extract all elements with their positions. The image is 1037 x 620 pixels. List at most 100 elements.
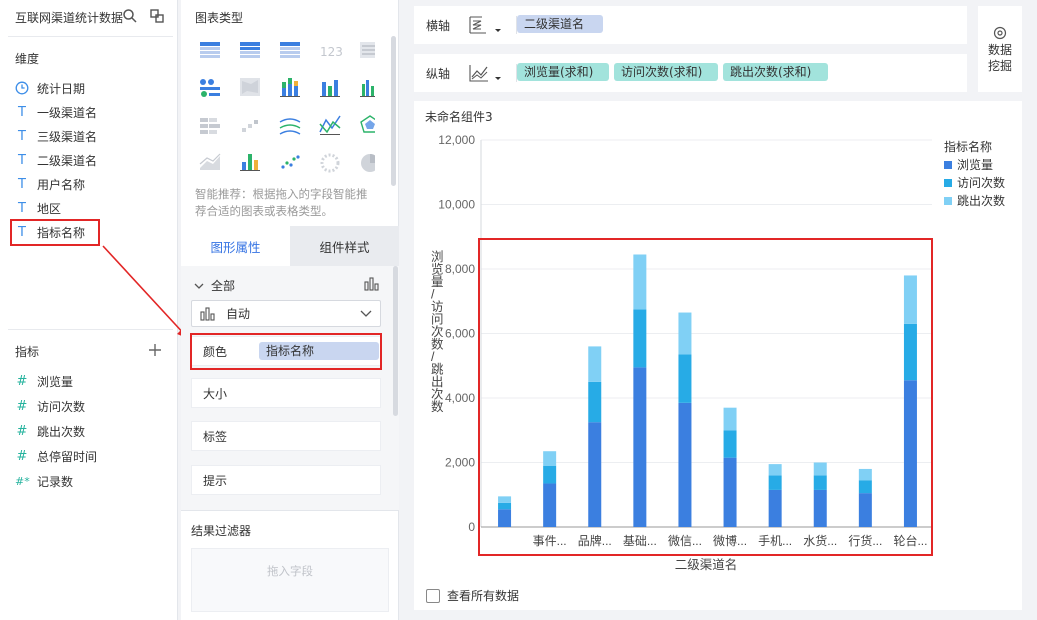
all-group-toggle[interactable]: 全部 <box>193 277 235 294</box>
y-axis-field-chip[interactable]: 跳出次数(求和) <box>723 63 828 81</box>
number-type-icon: # <box>16 373 28 389</box>
switch-dataset-icon[interactable] <box>149 8 165 24</box>
size-label: 大小 <box>203 386 228 401</box>
combo-line-icon[interactable] <box>319 115 341 135</box>
x-tick-label: 品牌... <box>578 534 612 548</box>
label-property-row[interactable]: 标签 <box>191 421 381 451</box>
dimension-field-username[interactable]: T 用户名称 <box>15 174 85 194</box>
add-metric-icon[interactable] <box>148 343 162 357</box>
table-icon[interactable] <box>200 42 220 58</box>
line-chart-icon[interactable] <box>279 118 301 135</box>
bubble-chart-icon[interactable] <box>320 153 340 173</box>
metric-field-pageviews[interactable]: # 浏览量 <box>15 371 73 391</box>
x-tick-label: 水货... <box>803 533 837 548</box>
group-table-icon[interactable] <box>240 42 260 58</box>
scatter-chart-icon[interactable] <box>281 155 300 169</box>
chart-subtype-select[interactable]: 自动 <box>191 300 381 327</box>
cross-table-icon[interactable] <box>280 42 300 58</box>
dimension-field-region[interactable]: T 地区 <box>15 198 61 218</box>
detail-table-icon[interactable] <box>360 42 375 58</box>
metric-field-visits[interactable]: # 访问次数 <box>15 396 85 416</box>
divider <box>181 510 399 511</box>
x-tick-label: 微信... <box>668 534 702 548</box>
y-axis-type-icon[interactable] <box>468 63 504 85</box>
property-tabs: 图形属性 组件样式 <box>181 226 399 266</box>
dimension-field-date[interactable]: 统计日期 <box>15 78 85 98</box>
select-value: 自动 <box>226 307 251 321</box>
dimension-field-level1-channel[interactable]: T 一级渠道名 <box>15 102 97 122</box>
kpi-icon[interactable]: 123 <box>320 45 343 59</box>
tag-label: 标签 <box>203 429 228 444</box>
checkbox[interactable] <box>426 588 440 603</box>
legend-item: 访问次数 <box>957 175 1005 190</box>
color-label: 颜色 <box>203 344 228 359</box>
step-chart-icon[interactable] <box>242 120 258 132</box>
metric-field-total-stay[interactable]: # 总停留时间 <box>15 446 97 466</box>
pie-chart-icon[interactable] <box>361 154 375 172</box>
bar-segment <box>858 480 872 494</box>
number-type-icon: # <box>16 423 28 439</box>
y-axis-field-chip[interactable]: 访问次数(求和) <box>614 63 718 81</box>
color-bar-icon[interactable] <box>240 154 260 171</box>
color-property-row[interactable]: 颜色 指标名称 <box>191 336 381 366</box>
bar-type-icon[interactable] <box>364 277 380 291</box>
tab-graph-properties[interactable]: 图形属性 <box>181 226 290 266</box>
color-field-chip[interactable]: 指标名称 <box>259 342 379 360</box>
heat-table-icon[interactable] <box>200 118 220 134</box>
x-axis-field-chip[interactable]: 二级渠道名 <box>517 15 603 33</box>
dimension-field-level3-channel[interactable]: T 三级渠道名 <box>15 126 97 146</box>
metric-field-record-count[interactable]: #* 记录数 <box>15 471 73 491</box>
field-label: 用户名称 <box>37 177 86 192</box>
bar-segment <box>678 312 692 355</box>
property-scrollbar[interactable] <box>393 266 398 416</box>
x-tick-label: 轮台... <box>893 533 927 548</box>
dashboard-icon[interactable] <box>200 79 220 97</box>
x-tick-label: 事件... <box>533 534 567 548</box>
x-axis-type-icon[interactable] <box>468 15 504 37</box>
bar-segment <box>543 451 557 466</box>
view-all-data[interactable]: 查看所有数据 <box>426 587 519 604</box>
dimension-field-level2-channel[interactable]: T 二级渠道名 <box>15 150 97 170</box>
bar-segment <box>498 509 512 527</box>
bar-segment <box>813 489 827 527</box>
field-label: 地区 <box>37 201 62 216</box>
chart-type-scrollbar[interactable] <box>391 36 396 186</box>
dimension-field-metric-name[interactable]: T 指标名称 <box>15 222 85 242</box>
x-axis-bar: 横轴 二级渠道名 <box>414 6 967 44</box>
search-icon[interactable] <box>122 8 138 24</box>
number-type-icon: # <box>16 398 28 414</box>
filter-drop-zone[interactable]: 拖入字段 <box>191 548 389 612</box>
y-tick-label: 10,000 <box>438 198 475 212</box>
bar-segment <box>588 422 602 527</box>
field-label: 浏览量 <box>37 374 74 389</box>
legend-swatch <box>944 179 952 187</box>
y-axis-field-chip[interactable]: 浏览量(求和) <box>517 63 609 81</box>
filter-placeholder: 拖入字段 <box>267 564 313 578</box>
bar-segment <box>633 254 647 310</box>
bar-segment <box>498 496 512 503</box>
bar-segment <box>633 367 647 527</box>
bar-segment <box>588 346 602 382</box>
bar-segment <box>813 475 827 490</box>
field-label: 统计日期 <box>37 81 86 96</box>
metric-section-label: 指标 <box>15 345 40 359</box>
metric-field-bounces[interactable]: # 跳出次数 <box>15 421 85 441</box>
tooltip-property-row[interactable]: 提示 <box>191 465 381 495</box>
x-tick-label: 行货... <box>848 533 882 548</box>
chart-type-grid: 123 <box>199 42 375 173</box>
map-icon[interactable] <box>240 78 260 96</box>
chevron-down-icon <box>360 310 372 317</box>
stacked-bar-icon[interactable] <box>280 78 300 97</box>
radar-chart-icon[interactable] <box>360 115 375 133</box>
text-type-icon: T <box>18 224 26 240</box>
size-property-row[interactable]: 大小 <box>191 378 381 408</box>
y-tick-label: 0 <box>468 520 475 534</box>
area-chart-icon[interactable] <box>199 153 221 170</box>
data-mining-button[interactable]: 数据 挖掘 <box>978 6 1022 92</box>
record-count-icon: #* <box>15 474 30 488</box>
bar-chart-icon[interactable] <box>320 80 340 97</box>
tab-component-style[interactable]: 组件样式 <box>290 226 399 266</box>
text-type-icon: T <box>18 200 26 216</box>
grouped-bar-icon[interactable] <box>360 78 375 97</box>
field-label: 三级渠道名 <box>37 129 98 144</box>
